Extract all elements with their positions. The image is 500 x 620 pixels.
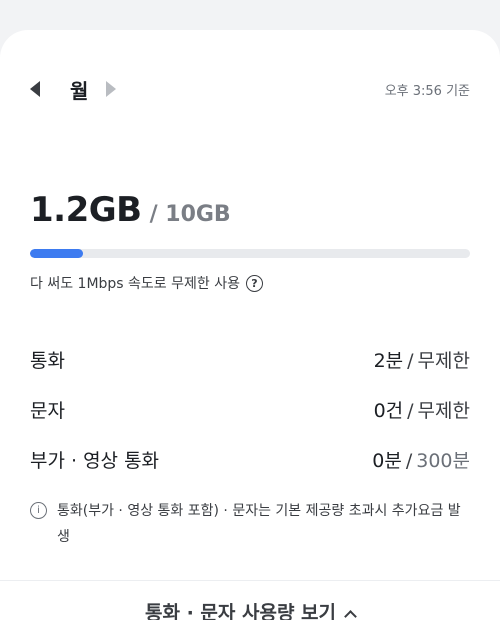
usage-row-video-calls: 부가 · 영상 통화 0분/300분	[30, 434, 470, 484]
data-progress-fill	[30, 249, 83, 258]
header: 월 오후 3:56 기준	[30, 74, 470, 104]
view-usage-label: 통화 · 문자 사용량 보기	[145, 602, 336, 620]
row-limit: 무제한	[417, 399, 470, 422]
speed-notice: 다 써도 1Mbps 속도로 무제한 사용 ?	[30, 273, 263, 293]
speed-notice-text: 다 써도 1Mbps 속도로 무제한 사용	[30, 276, 240, 292]
row-separator: /	[407, 399, 414, 422]
next-arrow-icon[interactable]	[106, 81, 117, 97]
row-value: 0건 / 무제한	[374, 396, 470, 423]
divider	[0, 580, 500, 581]
period-label: 월	[70, 78, 89, 103]
row-value: 2분 / 무제한	[374, 346, 470, 373]
data-total: / 10GB	[149, 202, 231, 227]
row-used: 0건	[373, 399, 404, 422]
view-usage-button[interactable]: 통화 · 문자 사용량 보기	[0, 598, 500, 620]
usage-rows: 통화 2분 / 무제한 문자 0건 / 무제한 부가 · 영상 통화 0분/300분	[30, 334, 470, 484]
row-label: 문자	[30, 399, 65, 422]
row-separator: /	[405, 449, 413, 472]
chevron-up-icon	[344, 610, 357, 620]
info-icon: i	[30, 502, 47, 519]
usage-row-calls: 통화 2분 / 무제한	[30, 334, 470, 384]
footnote: i 통화(부가 · 영상 통화 포함) · 문자는 기본 제공량 초과시 추가요…	[30, 498, 464, 550]
row-separator: /	[407, 349, 414, 372]
data-progress-bar	[30, 249, 470, 258]
previous-arrow-icon[interactable]	[30, 81, 40, 97]
help-icon[interactable]: ?	[245, 274, 263, 292]
usage-row-messages: 문자 0건 / 무제한	[30, 384, 470, 434]
period-selector: 월	[30, 75, 117, 104]
row-label: 부가 · 영상 통화	[30, 449, 160, 472]
row-used: 0분	[372, 449, 402, 472]
data-used: 1.2GB	[30, 190, 142, 230]
row-limit: 300분	[416, 449, 470, 472]
row-label: 통화	[30, 349, 65, 372]
data-usage-amount: 1.2GB / 10GB	[30, 190, 231, 230]
footnote-text: 통화(부가 · 영상 통화 포함) · 문자는 기본 제공량 초과시 추가요금 …	[57, 503, 461, 545]
row-used: 2분	[373, 349, 404, 372]
row-value: 0분/300분	[372, 446, 470, 473]
updated-timestamp: 오후 3:56 기준	[384, 83, 470, 99]
usage-card: 월 오후 3:56 기준 1.2GB / 10GB 다 써도 1Mbps 속도로…	[0, 30, 500, 620]
row-limit: 무제한	[417, 349, 470, 372]
